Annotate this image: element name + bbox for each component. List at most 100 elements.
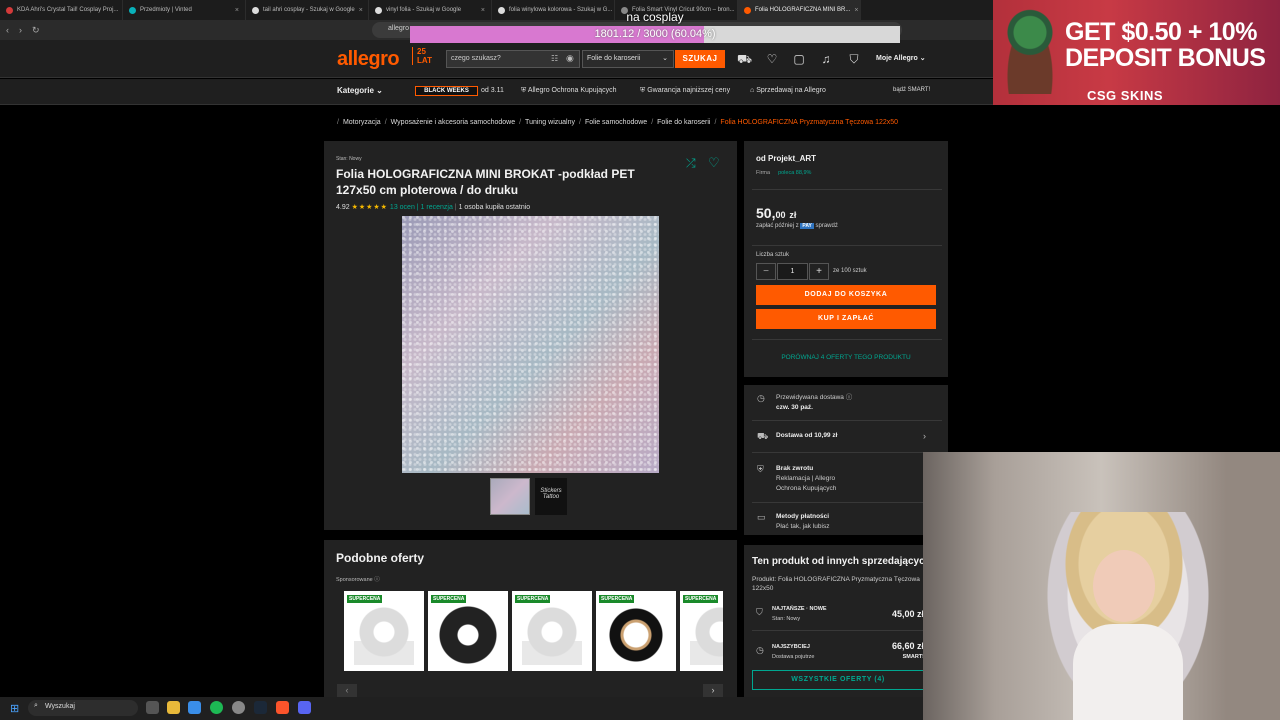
similar-offer-card[interactable]: SUPERCENA: [680, 591, 723, 671]
chat-icon[interactable]: ▢: [792, 52, 806, 66]
breadcrumb-item[interactable]: Folie do karoserii: [657, 119, 710, 126]
breadcrumb-item[interactable]: Tuning wizualny: [525, 119, 575, 126]
quantity-decrease-button[interactable]: −: [756, 263, 776, 280]
close-icon[interactable]: ×: [235, 7, 239, 14]
quantity-available: ze 100 sztuk: [833, 268, 867, 274]
tab-title: Folia HOLOGRAFICZNA MINI BR...: [755, 7, 851, 13]
carousel-prev-button[interactable]: ‹: [337, 684, 357, 697]
divider: [752, 245, 942, 246]
product-rating: 4.92 ★★★★★ 13 ocen | 1 recenzja | 1 osob…: [336, 204, 531, 211]
browser-tab[interactable]: Przedmioty | Vinted ×: [123, 0, 246, 20]
brave-icon[interactable]: [276, 701, 289, 714]
forward-icon[interactable]: ›: [19, 25, 22, 35]
similar-offer-card[interactable]: SUPERCENA: [596, 591, 676, 671]
other-sellers-title: Ten produkt od innych sprzedających: [752, 556, 931, 567]
browser-tab[interactable]: KDA Ahri's Crystal Tail! Cosplay Proj...…: [0, 0, 123, 20]
breadcrumb-item[interactable]: Motoryzacja: [343, 119, 381, 126]
search-category-select[interactable]: Folie do karoserii ⌄: [582, 50, 674, 68]
quantity-label: Liczba sztuk: [756, 252, 790, 258]
cart-icon[interactable]: ⛉: [847, 52, 861, 66]
camera-icon[interactable]: ◉: [566, 53, 574, 64]
black-weeks-badge[interactable]: BLACK WEEKS: [415, 86, 478, 96]
rating-value: 4.92: [336, 204, 350, 211]
heart-icon[interactable]: ♡: [765, 52, 779, 66]
info-icon[interactable]: ⓘ: [846, 394, 853, 401]
cheapest-offer[interactable]: NAJTAŃSZE · NOWE Stan: Nowy: [772, 604, 827, 624]
reviews-link[interactable]: 13 ocen | 1 recenzja: [390, 204, 453, 211]
carousel-next-button[interactable]: ›: [703, 684, 723, 697]
filter-icon[interactable]: ☷: [551, 54, 558, 63]
compare-offers-link[interactable]: PORÓWNAJ 4 OFERTY TEGO PRODUKTU: [744, 354, 948, 361]
share-icon[interactable]: ⤮: [686, 156, 696, 171]
file-explorer-icon[interactable]: [167, 701, 180, 714]
breadcrumb-separator: /: [519, 119, 522, 126]
steam-icon[interactable]: [254, 701, 267, 714]
breadcrumb-separator: /: [337, 119, 339, 126]
info-icon[interactable]: ⓘ: [374, 577, 380, 583]
close-icon[interactable]: ×: [359, 7, 363, 14]
seller-name[interactable]: od Projekt_ART: [756, 154, 816, 163]
quantity-input[interactable]: 1: [777, 263, 808, 280]
discord-icon[interactable]: [298, 701, 311, 714]
product-thumbnail[interactable]: [490, 478, 530, 515]
tab-title: KDA Ahri's Crystal Tail! Cosplay Proj...: [17, 7, 119, 13]
ad-character-image: [1000, 6, 1060, 94]
allegro-logo[interactable]: allegro: [337, 48, 400, 71]
sponsored-label: Sponsorowane ⓘ: [336, 577, 380, 583]
bell-icon[interactable]: ♫: [819, 52, 833, 66]
spotify-icon[interactable]: [210, 701, 223, 714]
categories-menu[interactable]: Kategorie ⌄: [337, 86, 383, 95]
chevron-down-icon: ⌄: [662, 55, 668, 62]
close-icon[interactable]: ×: [854, 7, 858, 14]
ad-headline: GET $0.50 + 10%: [1065, 18, 1257, 46]
breadcrumb-separator: /: [384, 119, 387, 126]
close-icon[interactable]: ×: [481, 7, 485, 14]
browser-tab[interactable]: vinyl folia - Szukaj w Google ×: [369, 0, 492, 20]
app-icon[interactable]: [232, 701, 245, 714]
add-to-cart-button[interactable]: DODAJ DO KOSZYKA: [756, 285, 936, 305]
account-menu[interactable]: Moje Allegro ⌄: [876, 54, 926, 62]
webcam-person-face: [1093, 550, 1155, 622]
task-view-icon[interactable]: [146, 701, 159, 714]
other-sellers-product: Produkt: Folia HOLOGRAFICZNA Pryzmatyczn…: [752, 576, 920, 592]
quantity-increase-button[interactable]: +: [809, 263, 829, 280]
reload-icon[interactable]: ↻: [32, 25, 40, 36]
product-main-image[interactable]: [402, 216, 659, 473]
seller-rating[interactable]: poleca 88,9%: [778, 170, 811, 176]
taskbar: [0, 697, 923, 720]
truck-icon: ⛟: [757, 431, 769, 441]
store-icon: ⌂: [750, 87, 755, 94]
pay-later[interactable]: zapłać później z PAY sprawdź: [756, 223, 838, 229]
similar-offer-image: [606, 605, 666, 665]
truck-icon[interactable]: ⛟: [737, 52, 752, 66]
favorite-icon[interactable]: ♡: [708, 155, 720, 171]
back-icon[interactable]: ‹: [6, 25, 9, 35]
nav-sprzedawaj[interactable]: ⌂ Sprzedawaj na Allegro: [750, 87, 826, 94]
similar-offer-card[interactable]: SUPERCENA: [512, 591, 592, 671]
windows-start-icon[interactable]: ⊞: [10, 702, 19, 715]
taskbar-search[interactable]: ⌕ Wyszukaj: [28, 700, 138, 716]
browser-tab[interactable]: Folia HOLOGRAFICZNA MINI BR... ×: [738, 0, 861, 20]
stream-goal-label: na cosplay: [626, 10, 684, 24]
similar-offer-card[interactable]: SUPERCENA: [428, 591, 508, 671]
search-input[interactable]: czego szukasz?: [446, 50, 580, 68]
tab-title: tail ahri cosplay - Szukaj w Google: [263, 7, 355, 13]
tab-title: Przedmioty | Vinted: [140, 7, 192, 13]
black-weeks-date[interactable]: od 3.11: [481, 87, 504, 94]
buy-box: [744, 141, 948, 377]
divider: [752, 189, 942, 190]
search-button[interactable]: SZUKAJ: [675, 50, 725, 68]
buy-now-button[interactable]: KUP I ZAPŁAĆ: [756, 309, 936, 329]
similar-offer-card[interactable]: SUPERCENA: [344, 591, 424, 671]
breadcrumb-item[interactable]: Folie samochodowe: [585, 119, 647, 126]
nav-ochrona[interactable]: ⛨ Allegro Ochrona Kupujących: [521, 87, 617, 95]
smart-link[interactable]: bądź SMART!: [893, 87, 930, 93]
browser-tab[interactable]: tail ahri cosplay - Szukaj w Google ×: [246, 0, 369, 20]
all-offers-button[interactable]: WSZYSTKIE OFERTY (4): [752, 670, 924, 690]
nav-gwarancja[interactable]: ⛨ Gwarancja najniższej ceny: [640, 87, 730, 95]
tab-favicon-icon: [744, 6, 751, 14]
store-icon[interactable]: [188, 701, 201, 714]
product-thumbnail[interactable]: Stickers Tattoo: [535, 478, 567, 515]
fastest-offer[interactable]: NAJSZYBCIEJ Dostawa pojutrze: [772, 642, 815, 662]
breadcrumb-item[interactable]: Wyposażenie i akcesoria samochodowe: [391, 119, 515, 126]
